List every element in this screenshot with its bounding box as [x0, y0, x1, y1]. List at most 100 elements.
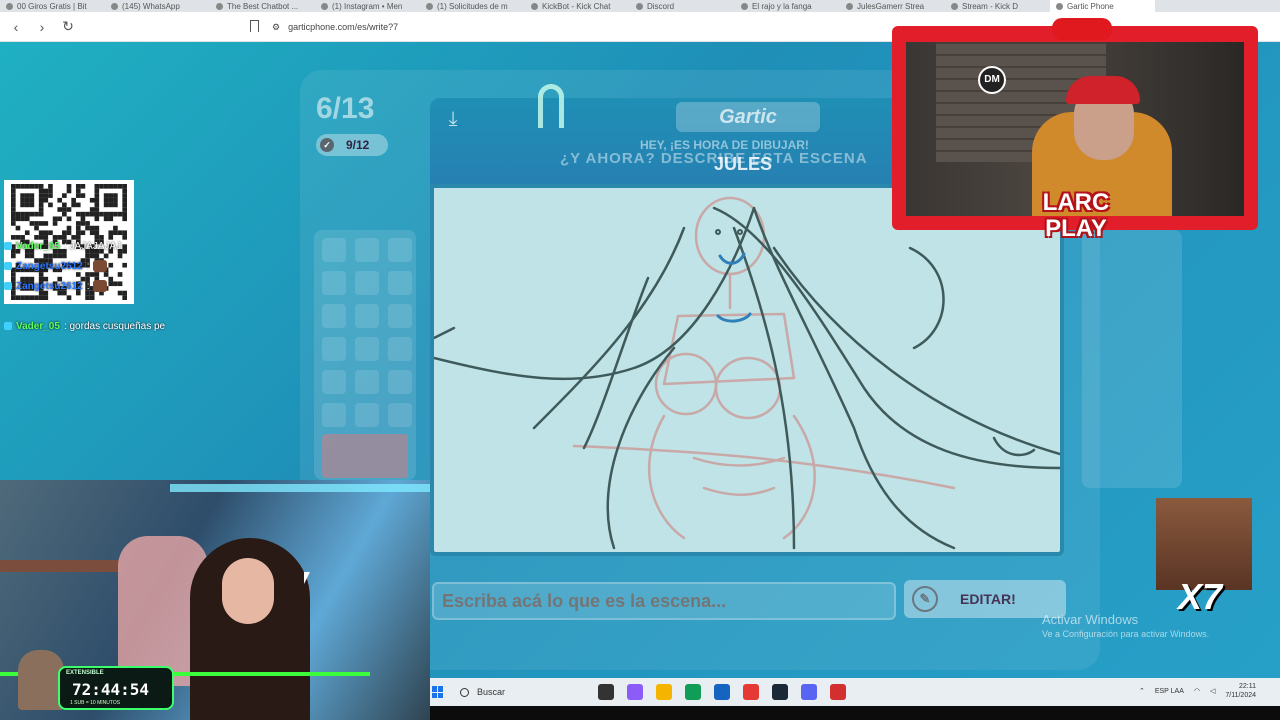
browser-tab[interactable]: KickBot - Kick Chat [525, 0, 630, 12]
browser-tab[interactable]: (145) WhatsApp [105, 0, 210, 12]
windows-start-icon[interactable] [432, 686, 444, 698]
qr-module [38, 221, 44, 226]
brand-logo: LARC PLAY [1042, 189, 1110, 242]
qr-module [103, 184, 109, 189]
browser-tab[interactable]: JulesGamerr Strea [840, 0, 945, 12]
tray-lang[interactable]: ESP LAA [1155, 688, 1184, 695]
chat-username[interactable]: Zangetsu2612 [16, 281, 83, 292]
qr-module [108, 184, 114, 189]
palette-swatch[interactable] [388, 370, 412, 394]
palette-swatch[interactable] [322, 238, 346, 262]
download-icon[interactable]: ⤓ [442, 108, 464, 130]
qr-module [43, 197, 49, 203]
volume-icon[interactable]: ◁ [1210, 687, 1215, 695]
palette-swatch[interactable] [388, 238, 412, 262]
qr-module [20, 184, 25, 189]
taskbar-search[interactable]: Buscar [460, 687, 560, 697]
qr-module [11, 207, 16, 212]
reload-icon[interactable]: ↻ [58, 17, 78, 37]
task-view-icon[interactable] [598, 684, 614, 700]
qr-module [34, 184, 39, 189]
palette-swatch[interactable] [355, 403, 379, 427]
palette-swatch[interactable] [322, 337, 346, 361]
favicon-icon [636, 2, 643, 10]
tray-chevron-icon[interactable]: ⌃ [1139, 687, 1145, 695]
drawing-canvas [430, 184, 1064, 556]
answer-input[interactable] [432, 582, 896, 620]
qr-module [80, 193, 86, 198]
bookmark-icon[interactable] [250, 20, 259, 32]
streamer-face [222, 558, 274, 624]
wifi-icon[interactable]: ◠ [1194, 687, 1200, 695]
qr-module [38, 207, 44, 212]
taskbar-apps [598, 684, 846, 700]
qr-module [38, 197, 44, 203]
site-info-icon[interactable]: ⚙ [272, 22, 280, 33]
qr-module [113, 230, 118, 236]
address-bar[interactable]: ⚙ garticphone.com/es/write?7 [272, 17, 398, 37]
favicon-icon [846, 2, 853, 10]
qr-module [66, 225, 72, 231]
discord-icon[interactable] [801, 684, 817, 700]
qr-module [103, 211, 109, 217]
qr-module [89, 197, 95, 203]
file-explorer-icon[interactable] [656, 684, 672, 700]
timer-subtext: 1 SUB = 10 MINUTOS [70, 700, 121, 706]
favicon-icon [6, 2, 13, 10]
store-icon[interactable] [714, 684, 730, 700]
palette-swatch[interactable] [355, 238, 379, 262]
palette-swatch[interactable] [355, 370, 379, 394]
palette-swatch[interactable] [322, 304, 346, 328]
qr-module [66, 184, 72, 189]
qr-module [94, 207, 100, 212]
gartic-logo: Gartic [676, 102, 820, 132]
favicon-icon [741, 2, 748, 10]
forward-icon[interactable]: › [32, 17, 52, 37]
back-icon[interactable]: ‹ [6, 17, 26, 37]
palette-swatch[interactable] [355, 271, 379, 295]
browser-tab[interactable]: El rajo y la fanga [735, 0, 840, 12]
palette-swatch[interactable] [388, 271, 412, 295]
qr-module [75, 188, 81, 194]
qr-module [15, 216, 21, 222]
browser-tab[interactable]: Gartic Phone [1050, 0, 1155, 12]
qr-module [108, 211, 114, 217]
palette-swatch[interactable] [388, 403, 412, 427]
chrome-icon[interactable] [830, 684, 846, 700]
browser-tab[interactable]: (1) Solicitudes de m [420, 0, 525, 12]
palette-swatch[interactable] [388, 304, 412, 328]
palette-swatch[interactable] [322, 403, 346, 427]
qr-module [80, 230, 86, 236]
emote-icon [93, 260, 108, 272]
clock[interactable]: 22:11 7/11/2024 [1225, 682, 1256, 700]
palette-swatch[interactable] [322, 370, 346, 394]
palette-swatch[interactable] [322, 271, 346, 295]
palette-swatch[interactable] [388, 337, 412, 361]
palette-swatch[interactable] [355, 304, 379, 328]
browser-tab-label: Gartic Phone [1067, 1, 1114, 11]
browser-tab-label: 00 Giros Gratis | Bit [17, 1, 87, 11]
qr-module [20, 202, 25, 208]
palette-swatch[interactable] [355, 337, 379, 361]
chat-text: : JAJAJAJAJ [63, 240, 122, 252]
chat-text: : [86, 280, 90, 292]
chat-username[interactable]: Vader_05 [16, 241, 60, 252]
qr-module [113, 193, 118, 198]
browser-tab[interactable]: The Best Chatbot ... [210, 0, 315, 12]
browser-tab[interactable]: 00 Giros Gratis | Bit [0, 0, 105, 12]
pencil-icon: ✎ [912, 586, 938, 612]
edge-icon[interactable] [685, 684, 701, 700]
browser-tab[interactable]: Stream - Kick D [945, 0, 1050, 12]
browser-tab-label: Discord [647, 1, 675, 11]
steam-icon[interactable] [772, 684, 788, 700]
browser-tab[interactable]: Discord [630, 0, 735, 12]
copilot-icon[interactable] [627, 684, 643, 700]
favicon-icon [1056, 2, 1063, 10]
qr-module [66, 230, 72, 236]
chat-username[interactable]: Zangetsu2612 [16, 261, 83, 272]
brave-icon[interactable] [743, 684, 759, 700]
browser-tab[interactable]: (1) Instagram • Men [315, 0, 420, 12]
qr-module [52, 216, 58, 222]
badge-icon [4, 242, 12, 250]
chat-username[interactable]: Vader_05 [16, 321, 60, 332]
